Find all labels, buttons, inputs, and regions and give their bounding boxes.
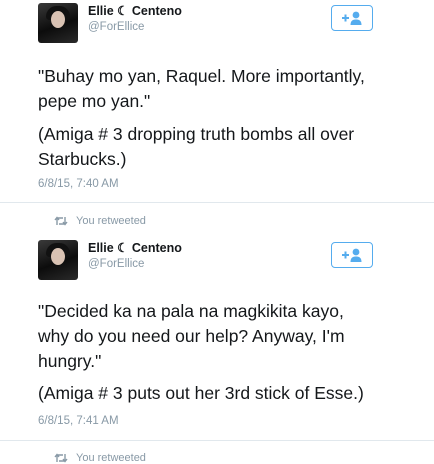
retweet-icon [54,216,68,226]
tweet-quote: "Buhay mo yan, Raquel. More importantly,… [38,66,365,111]
follow-add-person-icon [342,248,362,262]
avatar[interactable] [38,3,78,43]
avatar-face [51,248,65,265]
display-name[interactable]: Ellie ☾ Centeno [88,240,182,255]
tweet-divider [0,202,434,203]
retweet-icon [54,453,68,463]
follow-button[interactable] [331,242,373,268]
retweet-label: You retweeted [76,452,146,464]
username[interactable]: @ForEllice [88,21,144,33]
tweet-2: Ellie ☾ Centeno @ForEllice "Decided ka n… [0,236,434,436]
next-retweet-context: You retweeted [54,452,146,464]
tweet-1: Ellie ☾ Centeno @ForEllice "Buhay mo yan… [0,0,434,205]
avatar[interactable] [38,240,78,280]
tweet-note: (Amiga # 3 dropping truth bombs all over… [38,124,355,169]
tweet-quote: "Decided ka na pala na magkikita kayo, w… [38,301,345,371]
follow-add-person-icon [342,11,362,25]
avatar-face [51,11,65,28]
retweet-label: You retweeted [76,215,146,227]
tweet-timestamp[interactable]: 6/8/15, 7:41 AM [38,415,119,427]
tweet-timestamp[interactable]: 6/8/15, 7:40 AM [38,178,119,190]
retweet-context: You retweeted [54,215,146,227]
username[interactable]: @ForEllice [88,258,144,270]
display-name[interactable]: Ellie ☾ Centeno [88,3,182,18]
tweet-divider [0,440,434,441]
follow-button[interactable] [331,5,373,31]
tweet-note: (Amiga # 3 puts out her 3rd stick of Ess… [38,383,364,403]
